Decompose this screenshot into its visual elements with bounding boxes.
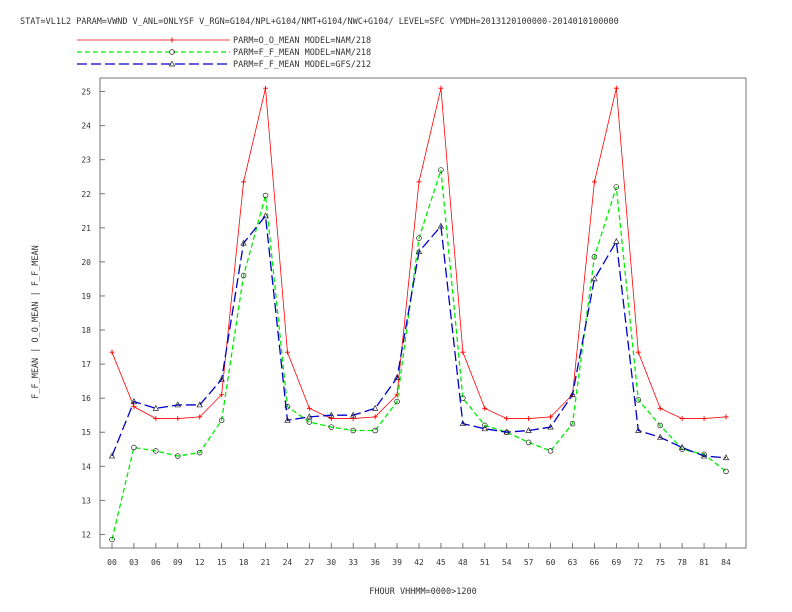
data-point-plus	[241, 179, 247, 185]
series-group	[109, 167, 729, 543]
x-tick-label: 57	[524, 558, 534, 567]
x-tick-label: 84	[721, 558, 731, 567]
data-point-plus	[169, 37, 175, 43]
x-tick-label: 15	[217, 558, 227, 567]
data-point-plus	[175, 416, 181, 422]
x-tick-label: 78	[677, 558, 687, 567]
y-tick-label: 17	[81, 360, 91, 369]
x-tick-label: 00	[107, 558, 117, 567]
chart: STAT=VL1L2 PARAM=VWND V_ANL=ONLYSF V_RGN…	[20, 17, 747, 597]
data-point-plus	[306, 405, 312, 411]
data-point-plus	[679, 416, 685, 422]
x-tick-label: 66	[590, 558, 600, 567]
x-tick-label: 06	[151, 558, 161, 567]
y-tick-label: 22	[81, 190, 91, 199]
x-tick-label: 75	[655, 558, 665, 567]
y-tick-label: 24	[81, 122, 91, 131]
chart-title: STAT=VL1L2 PARAM=VWND V_ANL=ONLYSF V_RGN…	[20, 17, 619, 27]
x-tick-label: 45	[436, 558, 446, 567]
data-point-plus	[153, 416, 159, 422]
x-tick-label: 21	[261, 558, 271, 567]
legend-label: PARM=F_F_MEAN MODEL=GFS/212	[233, 60, 371, 70]
data-point-circle	[372, 427, 378, 434]
x-tick-label: 48	[458, 558, 468, 567]
data-point-triangle	[613, 237, 620, 244]
x-tick-label: 12	[195, 558, 205, 567]
x-tick-label: 51	[480, 558, 490, 567]
data-point-plus	[504, 416, 510, 422]
x-tick-label: 60	[546, 558, 556, 567]
x-tick-label: 33	[348, 558, 358, 567]
y-tick-label: 23	[81, 156, 91, 165]
legend-label: PARM=F_F_MEAN MODEL=NAM/218	[233, 48, 371, 58]
series-line	[111, 169, 727, 540]
y-axis-label: F_F_MEAN | O_O_MEAN | F_F_MEAN	[31, 245, 41, 399]
series-layer	[108, 85, 730, 543]
y-tick-label: 25	[81, 88, 91, 97]
data-point-plus	[482, 405, 488, 411]
x-tick-label: 42	[414, 558, 424, 567]
series-line	[111, 214, 727, 459]
data-point-plus	[526, 416, 532, 422]
y-axis: 12 13 14 15 16 17 18 19 20 21 22 23 24 25	[81, 88, 105, 539]
legend-entry: PARM=F_F_MEAN MODEL=GFS/212	[77, 60, 371, 70]
x-tick-label: 69	[612, 558, 622, 567]
data-point-plus	[635, 349, 641, 355]
y-tick-label: 12	[81, 530, 91, 539]
y-tick-label: 20	[81, 258, 91, 267]
x-tick-label: 18	[239, 558, 249, 567]
data-point-plus	[723, 414, 729, 420]
data-point-plus	[701, 416, 707, 422]
x-tick-label: 81	[699, 558, 709, 567]
y-tick-label: 21	[81, 224, 91, 233]
y-tick-label: 14	[81, 462, 91, 471]
x-tick-label: 63	[568, 558, 578, 567]
x-tick-label: 24	[283, 558, 293, 567]
data-point-plus	[460, 349, 466, 355]
y-tick-label: 18	[81, 326, 91, 335]
x-tick-label: 54	[502, 558, 512, 567]
data-point-plus	[657, 405, 663, 411]
data-point-circle	[547, 448, 554, 454]
data-point-plus	[109, 349, 115, 355]
y-tick-label: 19	[81, 292, 91, 301]
data-point-plus	[284, 349, 290, 355]
data-point-circle	[723, 468, 729, 475]
legend: PARM=O_O_MEAN MODEL=NAM/218 PARM=F_F_MEAN…	[77, 36, 371, 70]
data-point-plus	[438, 85, 444, 91]
plot-frame	[99, 77, 747, 549]
x-tick-label: 72	[633, 558, 643, 567]
data-point-plus	[263, 85, 268, 91]
data-point-triangle	[371, 404, 379, 411]
x-tick-label: 36	[370, 558, 380, 567]
data-point-plus	[591, 179, 597, 185]
legend-label: PARM=O_O_MEAN MODEL=NAM/218	[233, 36, 371, 46]
x-tick-label: 27	[305, 558, 315, 567]
x-axis-label: FHOUR VHHMM=0000>1200	[369, 587, 476, 597]
legend-entry: PARM=O_O_MEAN MODEL=NAM/218	[77, 36, 371, 46]
x-tick-label: 39	[392, 558, 402, 567]
data-point-plus	[131, 404, 137, 410]
data-point-plus	[416, 179, 422, 185]
x-tick-label: 30	[326, 558, 336, 567]
x-tick-label: 03	[129, 558, 139, 567]
y-tick-label: 15	[81, 428, 91, 437]
y-tick-label: 13	[81, 496, 91, 505]
legend-entry: PARM=F_F_MEAN MODEL=NAM/218	[77, 48, 371, 58]
series-group	[108, 212, 730, 461]
x-axis: 00 03 06 09 12 15 18 21 24 27 30 33 36 39 42 45 48 51 54 57…	[107, 543, 731, 567]
x-tick-label: 09	[173, 558, 183, 567]
data-point-plus	[613, 85, 619, 91]
y-tick-label: 16	[81, 394, 91, 403]
